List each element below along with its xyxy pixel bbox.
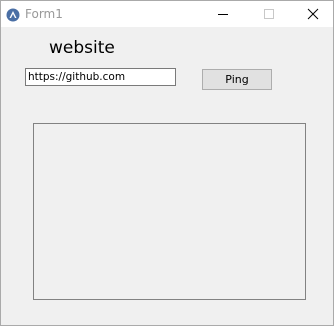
close-icon [307,8,319,20]
form-window: Form1 website Ping [0,0,334,326]
title-bar[interactable]: Form1 [1,1,333,27]
url-input[interactable] [25,68,176,86]
maximize-icon [264,9,274,19]
minimize-icon [218,14,228,15]
window-title: Form1 [25,7,63,21]
maximize-button [247,1,291,27]
close-button[interactable] [291,1,334,27]
output-panel [33,123,306,300]
minimize-button[interactable] [201,1,245,27]
website-label: website [49,38,115,58]
app-icon [6,7,20,22]
ping-button[interactable]: Ping [202,69,272,90]
